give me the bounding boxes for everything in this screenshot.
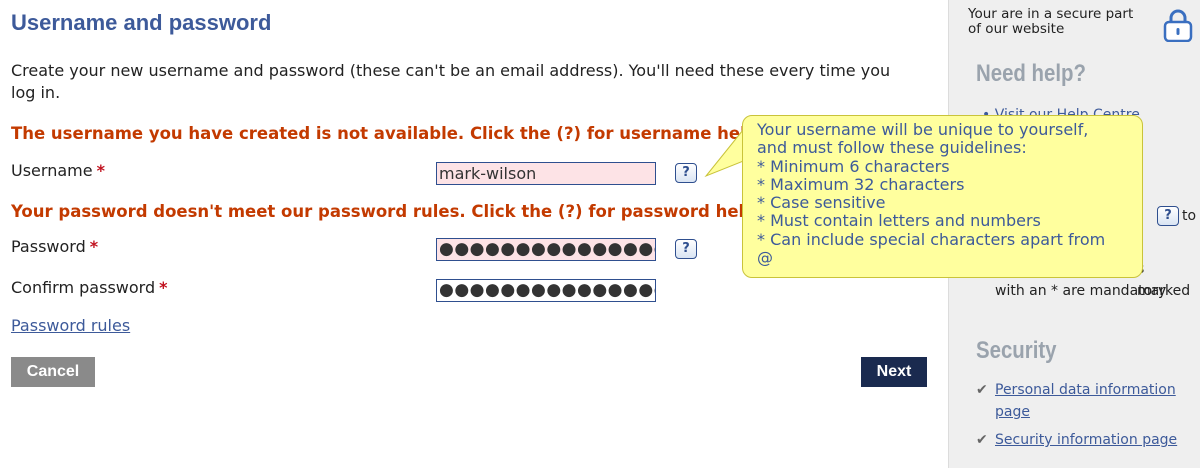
username-help-button[interactable]: ? [675, 163, 697, 183]
username-guidelines-tooltip: Your username will be unique to yourself… [742, 115, 1143, 278]
password-error: Your password doesn't meet our password … [11, 202, 746, 221]
confirm-password-input[interactable]: ●●●●●●●●●●●●●●● [436, 279, 656, 302]
check-icon: ✔ [976, 432, 988, 448]
tooltip-line: * Maximum 32 characters [757, 174, 965, 194]
mandatory-text: with an * are mandatory [995, 283, 1167, 299]
password-help-button[interactable]: ? [675, 239, 697, 259]
check-icon: ✔ [976, 382, 988, 398]
page-title: Username and password [11, 10, 272, 35]
confirm-password-label: Confirm password * [11, 278, 167, 297]
help-to-text: to [1182, 208, 1197, 224]
tooltip-line: @ [757, 248, 773, 268]
next-button[interactable]: Next [861, 357, 927, 387]
security-heading: Security [976, 337, 1057, 364]
required-marker: * [96, 161, 105, 180]
password-label: Password * [11, 237, 98, 256]
tooltip-line: Your username will be unique to yourself… [757, 120, 1089, 139]
password-input[interactable]: ●●●●●●●●●●●●●●● [436, 238, 656, 261]
username-label: Username * [11, 161, 105, 180]
username-input[interactable]: mark-wilson [436, 162, 656, 185]
password-label-text: Password [11, 237, 86, 256]
required-marker: * [89, 237, 99, 256]
tooltip-line: and must follow these guidelines: [757, 138, 1027, 158]
cancel-button[interactable]: Cancel [11, 357, 95, 387]
personal-data-link[interactable]: Personal data information page [995, 379, 1195, 423]
required-marker: * [159, 278, 168, 297]
username-error: The username you have created is not ava… [11, 124, 746, 143]
tooltip-line: * Minimum 6 characters [757, 156, 950, 176]
secure-notice: Your are in a secure part of our website [968, 6, 1134, 37]
security-info-link[interactable]: Security information page [995, 429, 1195, 451]
password-rules-link[interactable]: Password rules [11, 316, 130, 335]
tooltip-line: * Must contain letters and numbers [757, 211, 1041, 231]
confirm-password-label-text: Confirm password [11, 278, 156, 297]
intro-text: Create your new username and password (t… [11, 61, 891, 102]
sidebar-help-icon: ? [1157, 206, 1179, 226]
username-label-text: Username [11, 161, 93, 180]
tooltip-line: * Case sensitive [757, 193, 886, 213]
tooltip-line: * Can include special characters apart f… [757, 229, 1106, 249]
need-help-heading: Need help? [976, 60, 1086, 87]
lock-icon [1162, 8, 1194, 46]
